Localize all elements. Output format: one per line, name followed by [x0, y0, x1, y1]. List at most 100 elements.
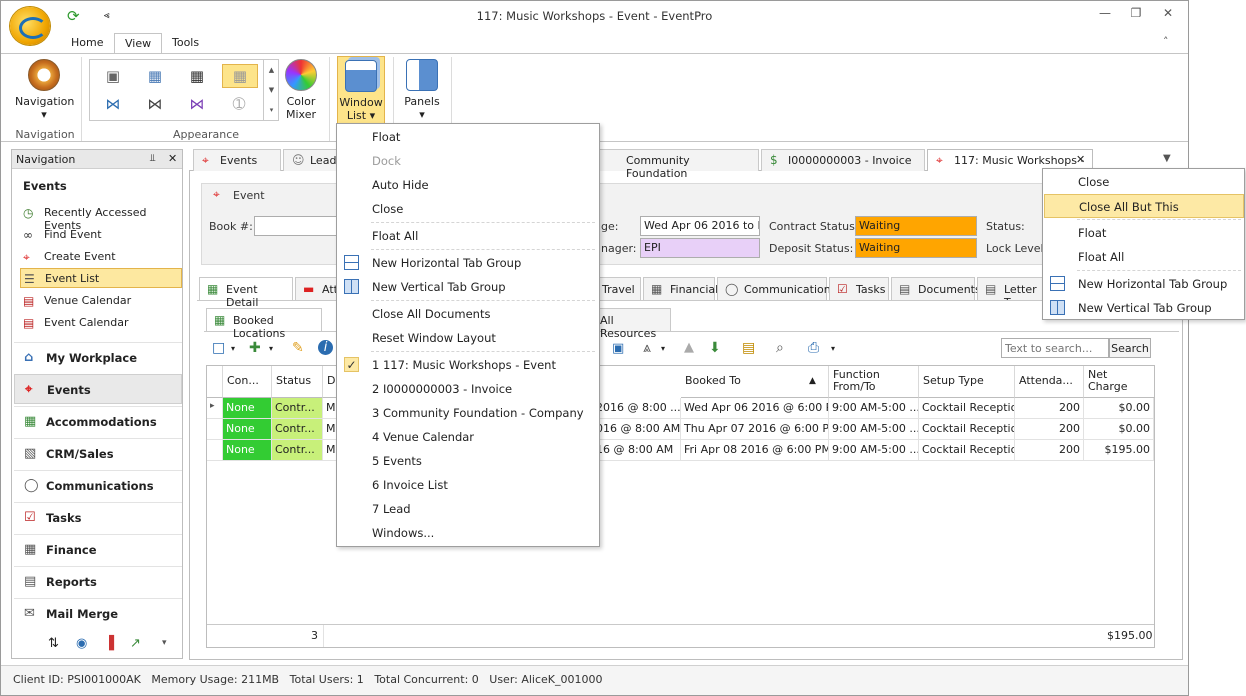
menu-item-new-horizontal-tab-group[interactable]: New Horizontal Tab Group [338, 251, 598, 275]
move-down-icon[interactable]: ⬇ [709, 340, 721, 356]
menu-item-new-vertical-tab-group[interactable]: New Vertical Tab Group [338, 275, 598, 299]
gallery-scroll-buttons[interactable]: ▲ ▼ ▾ [263, 60, 279, 120]
window-list-button[interactable]: Window List ▾ [337, 56, 385, 124]
office-skin-icon[interactable]: ▣ [100, 65, 126, 87]
menu-item-1-117-music-workshops-event[interactable]: 1 117: Music Workshops - Event [338, 353, 598, 377]
color-mixer-button[interactable]: Color Mixer [283, 59, 319, 121]
context-item-new-horizontal-tab-group[interactable]: New Horizontal Tab Group [1044, 272, 1244, 296]
nav-group-tasks[interactable]: ☑ Tasks [14, 502, 182, 532]
ribbon-tab-tools[interactable]: Tools [162, 33, 209, 54]
doc-tab-events[interactable]: ⌖ Events [193, 149, 281, 171]
gray-skin-icon[interactable]: ➀ [226, 93, 252, 115]
menu-item-2-i0000000003-invoice[interactable]: 2 I0000000003 - Invoice [338, 377, 598, 401]
column-header-function[interactable]: Function From/To [829, 366, 919, 398]
column-header-attendance[interactable]: Attenda... [1015, 366, 1084, 398]
nav-item-event-calendar[interactable]: ▤ Event Calendar [20, 313, 182, 333]
clipboard-icon[interactable]: ▤ [742, 340, 755, 356]
add-resource-icon[interactable]: ✚ [249, 340, 261, 356]
doc-tab-community-foundation[interactable]: Community Foundation [599, 149, 759, 180]
context-item-new-vertical-tab-group[interactable]: New Vertical Tab Group [1044, 296, 1244, 320]
menu-item-close-all-documents[interactable]: Close All Documents [338, 302, 598, 326]
nav-item-find-event[interactable]: ∞ Find Event [20, 225, 182, 245]
pin-icon[interactable]: ⫫ [150, 153, 156, 164]
doc-tab-invoice[interactable]: $ I0000000003 - Invoice [761, 149, 925, 171]
context-item-float-all[interactable]: Float All [1044, 245, 1244, 269]
dropdown-arrow-icon[interactable]: ▾ [269, 344, 273, 353]
edit-pencil-icon[interactable]: ✎ [292, 340, 304, 356]
menu-item-windows[interactable]: Windows... [338, 521, 598, 545]
detail-tab-financial[interactable]: ▦ Financial [643, 277, 718, 300]
column-header-booked-to[interactable]: Booked To ▲ [681, 366, 829, 398]
column-header-setup-type[interactable]: Setup Type [919, 366, 1015, 398]
detail-tab-attendees[interactable]: ▬Atte [295, 277, 339, 300]
menu-item-reset-window-layout[interactable]: Reset Window Layout [338, 326, 598, 350]
detail-tab-letter-templates[interactable]: ▤ Letter Te [977, 277, 1043, 300]
globe-icon[interactable]: ◉ [76, 636, 87, 651]
minimize-button[interactable]: — [1094, 6, 1116, 24]
detail-tab-event-detail[interactable]: ▦ Event Detail [199, 277, 293, 309]
nav-group-mail-merge[interactable]: ✉ Mail Merge [14, 598, 182, 628]
new-document-icon[interactable]: □ [212, 340, 225, 356]
column-header-status[interactable]: Status [272, 366, 323, 398]
nav-group-reports[interactable]: ▤ Reports [14, 566, 182, 596]
ribbon-tab-view[interactable]: View [114, 33, 163, 54]
close-tab-icon[interactable]: ✕ [1076, 153, 1085, 166]
context-item-float[interactable]: Float [1044, 221, 1244, 245]
menu-item-6-invoice-list[interactable]: 6 Invoice List [338, 473, 598, 497]
nav-item-create-event[interactable]: ⌖ Create Event [20, 247, 182, 267]
nav-group-communications[interactable]: ◯ Communications [14, 470, 182, 500]
search-button[interactable]: Search [1109, 338, 1151, 358]
vs-purple-skin-icon[interactable]: ⋈ [184, 93, 210, 115]
ribbon-tab-home[interactable]: Home [61, 33, 113, 54]
search-input[interactable] [1001, 338, 1109, 358]
black-skin-icon[interactable]: ▦ [184, 65, 210, 87]
sub-tab-all-resources[interactable]: All Resources [597, 308, 671, 340]
detail-tab-documents[interactable]: ▤ Documents [891, 277, 981, 300]
vs-blue-skin-icon[interactable]: ⋈ [100, 93, 126, 115]
column-header-contract[interactable]: Con... [223, 366, 272, 398]
manager-field[interactable]: EPI [640, 238, 760, 258]
menu-item-float[interactable]: Float [338, 125, 598, 149]
navigation-ribbon-button[interactable]: Navigation ▾ [15, 59, 74, 121]
doc-tab-lead[interactable]: ☺ Lead [283, 149, 339, 171]
deposit-status-field[interactable]: Waiting [855, 238, 977, 258]
sub-tab-booked-locations[interactable]: ▦ Booked Locations [206, 308, 322, 340]
menu-item-close[interactable]: Close [338, 197, 598, 221]
close-panel-icon[interactable]: ✕ [168, 152, 177, 165]
nav-group-crm-sales[interactable]: ▧ CRM/Sales [14, 438, 182, 468]
nav-group-finance[interactable]: ▦ Finance [14, 534, 182, 564]
menu-item-4-venue-calendar[interactable]: 4 Venue Calendar [338, 425, 598, 449]
book-number-field[interactable] [254, 216, 338, 236]
column-header-net-charge[interactable]: Net Charge [1084, 366, 1154, 398]
collapse-ribbon-icon[interactable]: ˄ [1163, 35, 1169, 48]
configure-buttons-icon[interactable]: ▾ [162, 638, 167, 648]
nav-item-event-list[interactable]: ☰ Event List [20, 268, 182, 288]
restore-button[interactable]: ❐ [1125, 6, 1147, 24]
contract-status-field[interactable]: Waiting [855, 216, 977, 236]
line-chart-icon[interactable]: ↗ [130, 636, 141, 651]
context-item-close[interactable]: Close [1044, 170, 1244, 194]
detail-tab-travel[interactable]: Travel [599, 277, 641, 300]
menu-item-7-lead[interactable]: 7 Lead [338, 497, 598, 521]
panels-button[interactable]: Panels ▾ [401, 59, 443, 121]
bar-chart-icon[interactable]: ▐ [104, 636, 114, 651]
sort-icon[interactable]: ⇅ [48, 636, 59, 651]
move-up-icon[interactable]: ▲ [684, 340, 694, 355]
nav-group-events[interactable]: ⌖ Events [14, 374, 182, 404]
menu-item-3-community-foundation-company[interactable]: 3 Community Foundation - Company [338, 401, 598, 425]
dropdown-arrow-icon[interactable]: ▾ [661, 344, 665, 353]
detail-tab-communications[interactable]: ◯ Communications [717, 277, 836, 300]
tab-list-dropdown-icon[interactable]: ▼ [1163, 153, 1171, 164]
menu-item-float-all[interactable]: Float All [338, 224, 598, 248]
dropdown-arrow-icon[interactable]: ▾ [231, 344, 235, 353]
event-dates-field[interactable]: Wed Apr 06 2016 to Fri [640, 216, 760, 236]
silver-skin-icon[interactable]: ▦ [222, 64, 258, 88]
nav-group-accommodations[interactable]: ▦ Accommodations [14, 406, 182, 436]
detail-tab-tasks[interactable]: ☑ Tasks [829, 277, 889, 300]
blue-skin-icon[interactable]: ▦ [142, 65, 168, 87]
menu-item-auto-hide[interactable]: Auto Hide [338, 173, 598, 197]
close-window-button[interactable]: ✕ [1157, 6, 1179, 24]
nav-item-recently-accessed[interactable]: ◷ Recently Accessed Events [20, 203, 182, 232]
menu-item-5-events[interactable]: 5 Events [338, 449, 598, 473]
export-icon[interactable]: ▣ [612, 341, 624, 356]
